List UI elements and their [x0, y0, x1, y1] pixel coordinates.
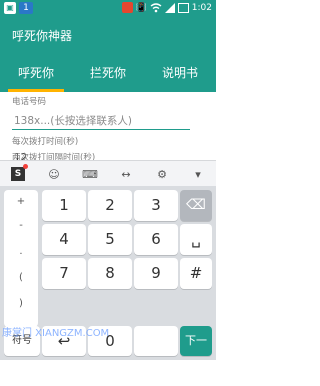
key-9[interactable]: 9 — [134, 258, 178, 289]
keyboard-icon: ⌨ — [82, 167, 98, 181]
collapse-icon: ▾ — [195, 167, 201, 181]
emoji-button[interactable]: ☺ — [36, 161, 72, 187]
key-8[interactable]: 8 — [88, 258, 132, 289]
tab-call-label: 呼死你 — [17, 66, 54, 80]
tab-bar: 呼死你 拦死你 说明书 — [0, 54, 216, 92]
key-5[interactable]: 5 — [88, 224, 132, 255]
app-bar: 呼死你神器 — [0, 17, 216, 54]
gap-label-visible: 两次拨打间隔时间(秒) — [12, 153, 96, 160]
app-badge-icon: ▣ — [4, 2, 16, 14]
symbol-minus[interactable]: - — [4, 220, 38, 231]
sohu-app-icon — [121, 2, 133, 13]
form: 电话号码 138x...(长按选择联系人) 每次拨打时间(秒) 12 两次拨打间… — [0, 92, 216, 160]
next-key[interactable]: 下一项 — [180, 326, 212, 377]
notification-count: 1 — [19, 2, 33, 14]
collapse-button[interactable]: ▾ — [180, 161, 216, 187]
sharp-key[interactable]: # — [180, 258, 212, 289]
symbol-close-paren[interactable]: ) — [4, 298, 38, 309]
sogou-button[interactable]: S — [0, 161, 36, 187]
symbol-dot[interactable]: . — [4, 246, 38, 257]
vibrate-icon: 📳 — [135, 2, 147, 13]
settings-button[interactable]: ⚙ — [144, 161, 180, 187]
backspace-icon: ⌫ — [186, 197, 206, 213]
tab-block-label: 拦死你 — [89, 66, 126, 80]
phone-label: 电话号码 — [12, 97, 47, 107]
symbol-open-paren[interactable]: ( — [4, 272, 38, 283]
tab-call[interactable]: 呼死你 — [0, 54, 72, 92]
sogou-logo-icon: S — [11, 164, 28, 181]
key-6[interactable]: 6 — [134, 224, 178, 255]
tab-manual-label: 说明书 — [161, 66, 198, 80]
cursor-icon: ↔ — [121, 167, 131, 181]
phone-input[interactable]: 138x...(长按选择联系人) — [14, 113, 132, 128]
space-bar-key[interactable] — [134, 326, 178, 356]
battery-icon — [177, 2, 189, 13]
settings-icon: ⚙ — [157, 167, 167, 181]
tab-manual[interactable]: 说明书 — [144, 54, 216, 92]
backspace-key[interactable]: ⌫ — [180, 190, 212, 221]
emoji-icon: ☺ — [48, 167, 60, 181]
key-2[interactable]: 2 — [88, 190, 132, 221]
phone-input-underline — [12, 129, 190, 130]
symbol-column: + - . ( ) — [4, 190, 38, 327]
watermark: 康掌门 XIANGZM.COM — [2, 328, 110, 339]
space-icon: ␣ — [191, 230, 201, 248]
clock: 1:02 — [191, 2, 212, 13]
space-key[interactable]: ␣ — [180, 224, 212, 255]
wifi-icon — [150, 2, 162, 12]
status-bar: ▣ 1 📳 1:02 — [0, 0, 216, 17]
key-7[interactable]: 7 — [42, 258, 86, 289]
key-1[interactable]: 1 — [42, 190, 86, 221]
key-3[interactable]: 3 — [134, 190, 178, 221]
signal-icon — [164, 2, 175, 13]
ime-toolbar: S ☺ ⌨ ↔ ⚙ ▾ — [0, 160, 216, 187]
keyboard-button[interactable]: ⌨ — [72, 161, 108, 187]
symbol-plus[interactable]: + — [4, 196, 38, 207]
cursor-button[interactable]: ↔ — [108, 161, 144, 187]
interval-label: 每次拨打时间(秒) — [12, 137, 79, 147]
tab-block[interactable]: 拦死你 — [72, 54, 144, 92]
key-4[interactable]: 4 — [42, 224, 86, 255]
app-title: 呼死你神器 — [12, 29, 73, 43]
